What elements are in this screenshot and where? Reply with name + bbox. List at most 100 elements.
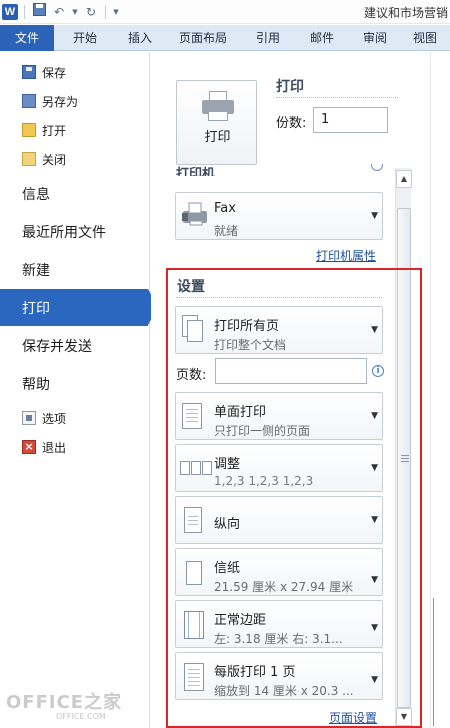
sides-sub: 只打印一侧的页面	[214, 424, 311, 438]
sides-title: 单面打印	[214, 405, 267, 420]
chevron-down-icon: ▼	[371, 575, 378, 585]
nav-save-send[interactable]: 保存并发送	[0, 327, 150, 364]
nav-exit[interactable]: × 退出	[0, 433, 150, 461]
nav-save-as-label: 另存为	[42, 94, 79, 109]
chevron-down-icon: ▼	[371, 463, 378, 473]
nav-recent[interactable]: 最近所用文件	[0, 213, 150, 250]
divider	[276, 97, 398, 98]
pages-per-sheet-title: 每版打印 1 页	[214, 665, 296, 680]
print-range-sub: 打印整个文档	[214, 338, 287, 352]
print-range-dropdown[interactable]: 打印所有页 打印整个文档 ▼	[175, 306, 383, 354]
tab-review[interactable]: 审阅	[350, 25, 400, 51]
orientation-dropdown[interactable]: 纵向 ▼	[175, 496, 383, 544]
nav-close-label: 关闭	[42, 152, 67, 167]
print-heading: 打印	[276, 79, 304, 95]
margins-sub: 左: 3.18 厘米 右: 3.1...	[214, 632, 343, 646]
customize-toolbar-icon[interactable]: ▼	[112, 4, 120, 20]
watermark-logo: OFFICE之家	[6, 692, 123, 713]
scroll-up-icon[interactable]: ▲	[396, 170, 412, 188]
copies-input[interactable]: 1	[313, 107, 388, 133]
title-bar: W ↶ ▼ ↻ ▼ 建议和市场营销	[0, 0, 450, 24]
tab-references[interactable]: 引用	[242, 25, 294, 51]
nav-print[interactable]: 打印	[0, 289, 158, 326]
folder-open-icon	[22, 123, 36, 137]
sides-dropdown[interactable]: 单面打印 只打印一侧的页面 ▼	[175, 392, 383, 440]
backstage-nav: 保存 另存为 打开 关闭 信息 最近所用文件 新建 打印 保存并发送 帮助 选项…	[0, 52, 158, 728]
tab-page-layout[interactable]: 页面布局	[164, 25, 242, 51]
undo-icon[interactable]: ↶	[51, 4, 67, 20]
tab-view[interactable]: 视图	[400, 25, 450, 51]
undo-dropdown-icon[interactable]: ▼	[71, 4, 79, 20]
pages-label: 页数:	[176, 368, 207, 383]
paper-size-dropdown[interactable]: 信纸 21.59 厘米 x 27.94 厘米 ▼	[175, 548, 383, 596]
save-icon	[22, 65, 36, 79]
nav-save-as[interactable]: 另存为	[0, 87, 150, 115]
printer-status: 就绪	[214, 224, 239, 238]
collate-title: 调整	[214, 457, 241, 472]
printer-properties-link[interactable]: 打印机属性	[316, 247, 376, 264]
settings-heading: 设置	[177, 279, 205, 295]
copies-label: 份数:	[276, 116, 307, 131]
redo-icon[interactable]: ↻	[83, 4, 99, 20]
nav-save[interactable]: 保存	[0, 58, 150, 86]
portrait-icon	[180, 503, 208, 539]
word-logo-icon[interactable]: W	[2, 3, 18, 20]
nav-close[interactable]: 关闭	[0, 145, 150, 173]
margins-icon	[180, 607, 208, 643]
nav-exit-label: 退出	[42, 440, 67, 455]
one-sided-icon	[180, 399, 208, 435]
nav-options[interactable]: 选项	[0, 404, 150, 432]
nav-open[interactable]: 打开	[0, 116, 150, 144]
paper-size-title: 信纸	[214, 561, 241, 576]
folder-close-icon	[22, 152, 36, 166]
watermark-sub: OFFICE.COM	[56, 712, 106, 721]
window-title: 建议和市场营销	[363, 6, 448, 20]
tab-file[interactable]: 文件	[0, 25, 54, 51]
page-setup-link[interactable]: 页面设置	[329, 709, 377, 726]
collate-dropdown[interactable]: 调整 1,2,3 1,2,3 1,2,3 ▼	[175, 444, 383, 492]
print-button[interactable]: 打印	[176, 80, 257, 165]
orientation-title: 纵向	[214, 517, 241, 532]
fax-icon	[180, 199, 208, 235]
pages-per-sheet-sub: 缩放到 14 厘米 x 20.3 ...	[214, 684, 354, 698]
chevron-down-icon: ▼	[371, 623, 378, 633]
paper-size-icon	[180, 555, 208, 591]
ribbon-tabs: 文件 开始 插入 页面布局 引用 邮件 审阅 视图	[0, 25, 450, 51]
margins-title: 正常边距	[214, 613, 267, 628]
print-range-title: 打印所有页	[214, 319, 280, 334]
info-icon[interactable]: i	[372, 365, 384, 377]
nav-new[interactable]: 新建	[0, 251, 150, 288]
printer-icon	[202, 91, 234, 121]
preview-border	[433, 598, 434, 726]
nav-info[interactable]: 信息	[0, 175, 150, 212]
paper-size-sub: 21.59 厘米 x 27.94 厘米	[214, 580, 354, 594]
nav-options-label: 选项	[42, 411, 67, 426]
collate-sub: 1,2,3 1,2,3 1,2,3	[214, 474, 314, 488]
all-pages-icon	[180, 313, 208, 349]
scroll-thumb[interactable]	[397, 208, 411, 708]
pages-per-sheet-dropdown[interactable]: 每版打印 1 页 缩放到 14 厘米 x 20.3 ... ▼	[175, 652, 383, 700]
divider	[176, 297, 382, 298]
tab-insert[interactable]: 插入	[116, 25, 164, 51]
collate-icon	[180, 451, 212, 487]
save-as-icon	[22, 94, 36, 108]
chevron-down-icon: ▼	[371, 211, 378, 221]
quick-access-toolbar: W ↶ ▼ ↻ ▼	[2, 3, 120, 20]
printer-info-icon[interactable]	[371, 164, 383, 172]
printer-heading: 打印机	[176, 167, 216, 176]
printer-dropdown[interactable]: Fax 就绪 ▼	[175, 192, 383, 240]
scroll-down-icon[interactable]: ▼	[396, 708, 412, 726]
settings-scrollbar[interactable]: ▲ ▼	[395, 168, 412, 728]
tab-mailings[interactable]: 邮件	[294, 25, 350, 51]
save-icon[interactable]	[31, 3, 47, 20]
exit-icon: ×	[22, 440, 36, 454]
nav-help[interactable]: 帮助	[0, 365, 150, 402]
chevron-down-icon: ▼	[371, 515, 378, 525]
printer-name: Fax	[214, 201, 236, 216]
pages-input[interactable]	[215, 358, 367, 384]
tab-home[interactable]: 开始	[54, 25, 116, 51]
pages-per-sheet-icon	[180, 659, 208, 695]
toolbar-divider	[24, 4, 25, 19]
nav-save-label: 保存	[42, 65, 67, 80]
margins-dropdown[interactable]: 正常边距 左: 3.18 厘米 右: 3.1... ▼	[175, 600, 383, 648]
